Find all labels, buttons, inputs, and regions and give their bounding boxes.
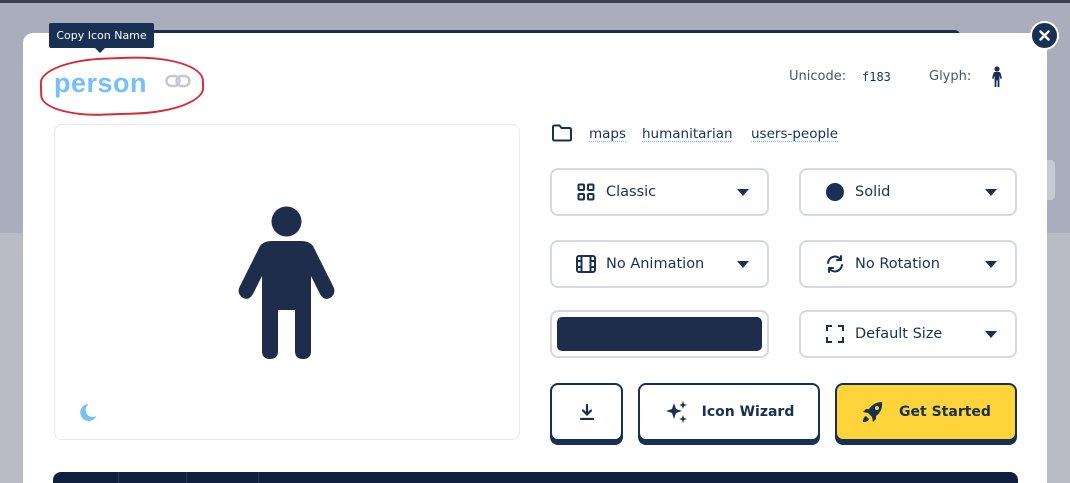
- size-select[interactable]: Default Size: [799, 310, 1017, 358]
- window-top-border: [0, 0, 1070, 3]
- rocket-icon: [861, 400, 885, 424]
- rotate-icon: [825, 254, 845, 274]
- code-tabs-bar: [53, 472, 1018, 483]
- glyph-label: Glyph:: [929, 69, 971, 84]
- close-button[interactable]: [1030, 21, 1059, 50]
- size-select-value: Default Size: [855, 326, 942, 342]
- copy-name-tooltip: Copy Icon Name: [49, 23, 154, 48]
- glyph-person-icon[interactable]: [990, 66, 1004, 88]
- download-icon: [579, 404, 595, 420]
- animation-select[interactable]: No Animation: [550, 240, 769, 288]
- grid-icon: [576, 182, 596, 202]
- chevron-down-icon: [737, 261, 749, 268]
- icon-wizard-button[interactable]: Icon Wizard: [638, 383, 820, 441]
- moon-icon[interactable]: [78, 402, 98, 422]
- circle-icon: [825, 182, 845, 202]
- expand-icon: [825, 324, 845, 344]
- link-icon[interactable]: [165, 72, 191, 90]
- icon-name-title[interactable]: person: [54, 68, 147, 99]
- folder-icon: [551, 124, 573, 142]
- close-icon: [1039, 30, 1050, 41]
- rotation-select-value: No Rotation: [855, 256, 940, 272]
- get-started-button[interactable]: Get Started: [835, 383, 1017, 441]
- sparkles-icon: [664, 400, 688, 424]
- get-started-label: Get Started: [899, 404, 991, 420]
- person-icon: [238, 206, 335, 359]
- color-picker[interactable]: [550, 310, 769, 358]
- unicode-value[interactable]: f183: [862, 70, 891, 84]
- family-select-value: Classic: [606, 184, 656, 200]
- icon-wizard-label: Icon Wizard: [702, 404, 795, 420]
- download-button[interactable]: [550, 383, 623, 441]
- category-link-maps[interactable]: maps: [589, 126, 626, 142]
- unicode-label: Unicode:: [789, 69, 846, 84]
- family-select[interactable]: Classic: [550, 168, 769, 216]
- rotation-select[interactable]: No Rotation: [799, 240, 1017, 288]
- animation-select-value: No Animation: [606, 256, 704, 272]
- film-icon: [576, 254, 596, 274]
- color-swatch: [557, 317, 762, 351]
- style-select-value: Solid: [855, 184, 890, 200]
- chevron-down-icon: [985, 189, 997, 196]
- category-link-users-people[interactable]: users-people: [751, 126, 838, 142]
- category-link-humanitarian[interactable]: humanitarian: [642, 126, 733, 142]
- style-select[interactable]: Solid: [799, 168, 1017, 216]
- chevron-down-icon: [737, 189, 749, 196]
- chevron-down-icon: [985, 331, 997, 338]
- chevron-down-icon: [985, 261, 997, 268]
